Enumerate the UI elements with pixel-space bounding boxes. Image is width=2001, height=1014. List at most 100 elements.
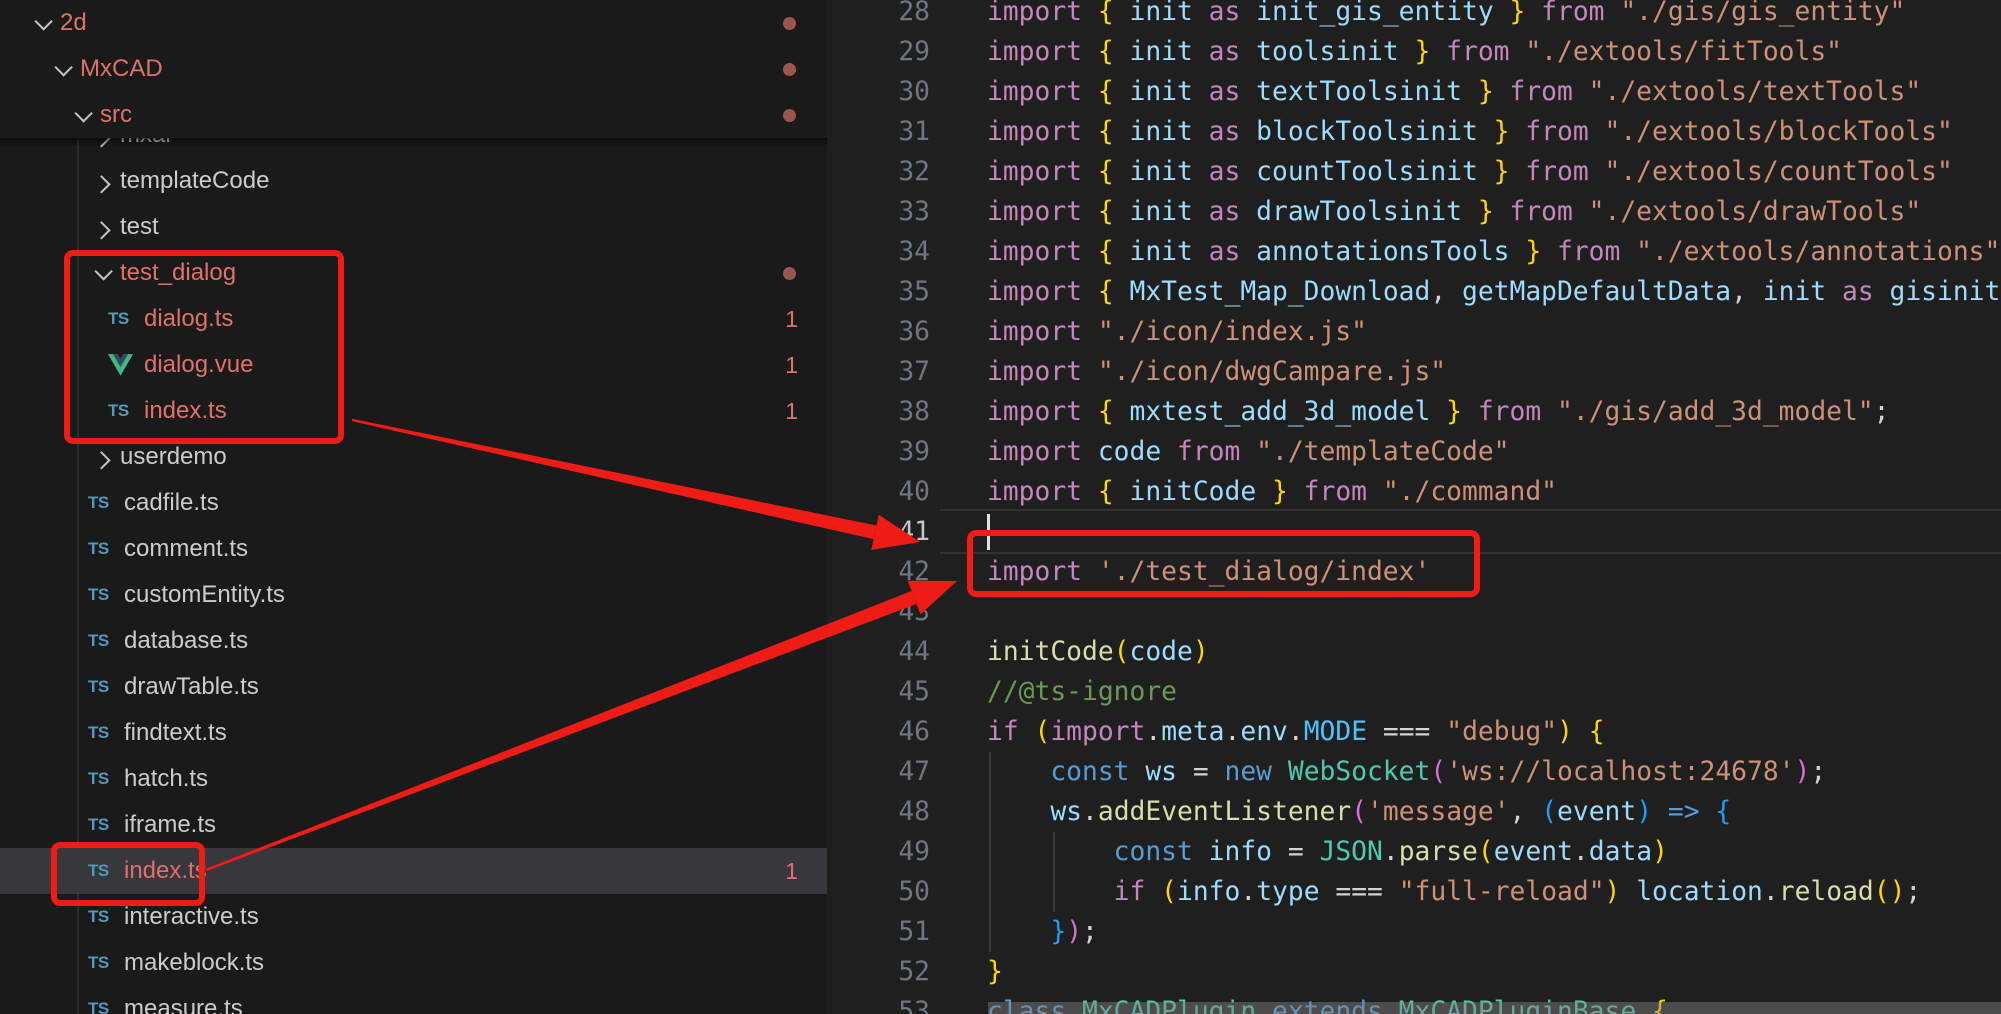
tree-item-makeblock-ts[interactable]: TS makeblock.ts [0, 940, 827, 986]
tree-item-interactive-ts[interactable]: TS interactive.ts [0, 894, 827, 940]
line-number: 31 [898, 117, 930, 147]
code-line[interactable]: 52} [827, 952, 2001, 992]
code-text: import './test_dialog/index' [987, 557, 1431, 587]
typescript-file-icon: TS [88, 769, 109, 788]
code-line[interactable]: 29 import { init as toolsinit } from "./e… [827, 32, 2001, 72]
vue-file-icon [108, 354, 138, 376]
code-line[interactable]: 48 ws.addEventListener('message', (event… [827, 792, 2001, 832]
tree-item-test[interactable]: test [0, 204, 827, 250]
code-line[interactable]: 34 import { init as annotationsTools } fr… [827, 232, 2001, 272]
code-line[interactable]: 38 import { mxtest_add_3d_model } from ".… [827, 392, 2001, 432]
code-text: import "./icon/dwgCampare.js" [987, 357, 1447, 387]
code-line[interactable]: 39 import code from "./templateCode" [827, 432, 2001, 472]
typescript-file-icon: TS [88, 861, 109, 880]
typescript-file-icon: TS [88, 953, 109, 972]
code-text: import "./icon/index.js" [987, 317, 1367, 347]
typescript-file-icon: TS [88, 585, 109, 604]
tree-item-dialog-ts[interactable]: TS dialog.ts 1 [0, 296, 827, 342]
line-number: 30 [898, 77, 930, 107]
code-line[interactable]: 28 import { init as init_gis_entity } fro… [827, 0, 2001, 32]
horizontal-scrollbar[interactable] [988, 1002, 2001, 1014]
code-line[interactable]: 31 import { init as blockToolsinit } from… [827, 112, 2001, 152]
code-line[interactable]: 41 [827, 512, 2001, 552]
tree-item-test-dialog[interactable]: test_dialog [0, 250, 827, 296]
indent-guide [989, 752, 991, 952]
tree-item-iframe-ts[interactable]: TS iframe.ts [0, 802, 827, 848]
code-text: initCode(code) [987, 637, 1209, 667]
typescript-file-icon: TS [108, 401, 129, 420]
tree-item-label: cadfile.ts [124, 489, 219, 516]
typescript-file-icon: TS [88, 723, 109, 742]
code-line[interactable]: 32 import { init as countToolsinit } from… [827, 152, 2001, 192]
code-text: import { init as blockToolsinit } from "… [987, 117, 1953, 147]
typescript-file-icon: TS [88, 677, 109, 696]
code-text: import { init as annotationsTools } from… [987, 237, 2001, 267]
code-line[interactable]: 30 import { init as textToolsinit } from … [827, 72, 2001, 112]
tree-item-index-ts[interactable]: TS index.ts 1 [0, 388, 827, 434]
code-line[interactable]: 44 initCode(code) [827, 632, 2001, 672]
code-line[interactable]: 45 //@ts-ignore [827, 672, 2001, 712]
code-text: if (import.meta.env.MODE === "debug") { [987, 717, 1605, 747]
code-line[interactable]: 33 import { init as drawToolsinit } from … [827, 192, 2001, 232]
tree-item-src[interactable]: src [0, 92, 827, 138]
code-line[interactable]: 40 import { initCode } from "./command" [827, 472, 2001, 512]
code-line[interactable]: 37 import "./icon/dwgCampare.js" [827, 352, 2001, 392]
tree-item-dialog-vue[interactable]: dialog.vue 1 [0, 342, 827, 388]
vscode-window: mxaitemplateCodetesttest_dialogTSdialog.… [0, 0, 2001, 1014]
line-number: 28 [898, 0, 930, 27]
code-line[interactable]: 35 import { MxTest_Map_Download, getMapDe… [827, 272, 2001, 312]
chevron-down-icon [68, 103, 94, 123]
code-line[interactable]: 42 import './test_dialog/index' [827, 552, 2001, 592]
line-number: 50 [898, 877, 930, 907]
typescript-file-icon: TS [88, 493, 109, 512]
code-text: } [987, 957, 1003, 987]
code-line[interactable]: 36 import "./icon/index.js" [827, 312, 2001, 352]
line-number: 40 [898, 477, 930, 507]
line-number: 33 [898, 197, 930, 227]
chevron-right-icon [88, 174, 114, 194]
modified-dot [783, 266, 796, 280]
chevron-down-icon [48, 57, 74, 77]
tree-item-index-ts[interactable]: TS index.ts 1 [0, 848, 827, 894]
code-text: import { MxTest_Map_Download, getMapDefa… [987, 277, 2001, 307]
indent-guide [1053, 832, 1055, 912]
tree-item-measure-ts[interactable]: TS measure.ts [0, 986, 827, 1014]
line-number: 52 [898, 957, 930, 987]
typescript-file-icon: TS [88, 907, 109, 926]
code-line[interactable]: 46 if (import.meta.env.MODE === "debug") … [827, 712, 2001, 752]
tree-item-hatch-ts[interactable]: TS hatch.ts [0, 756, 827, 802]
code-editor[interactable]: 28 import { init as init_gis_entity } fro… [827, 0, 2001, 1014]
tree-item-findtext-ts[interactable]: TS findtext.ts [0, 710, 827, 756]
problem-count-badge: 1 [785, 857, 798, 884]
code-text: import { init as init_gis_entity } from … [987, 0, 1906, 27]
tree-item-label: makeblock.ts [124, 949, 265, 976]
tree-item-templatecode[interactable]: templateCode [0, 158, 827, 204]
tree-item-userdemo[interactable]: userdemo [0, 434, 827, 480]
tree-item-comment-ts[interactable]: TS comment.ts [0, 526, 827, 572]
line-number: 36 [898, 317, 930, 347]
code-text: ws.addEventListener('message', (event) =… [1050, 797, 1732, 827]
tree-item-cadfile-ts[interactable]: TS cadfile.ts [0, 480, 827, 526]
tree-item-label: measure.ts [124, 995, 243, 1014]
typescript-file-icon: TS [108, 309, 129, 328]
code-line[interactable]: 51 }); [827, 912, 2001, 952]
code-text: import { init as textToolsinit } from ".… [987, 77, 1922, 107]
code-line[interactable]: 50 if (info.type === "full-reload") loca… [827, 872, 2001, 912]
tree-item-label: index.ts [124, 857, 207, 884]
code-text: import { mxtest_add_3d_model } from "./g… [987, 397, 1890, 427]
line-number: 37 [898, 357, 930, 387]
line-number: 48 [898, 797, 930, 827]
tree-item-mxcad[interactable]: MxCAD [0, 46, 827, 92]
code-line[interactable]: 43 [827, 592, 2001, 632]
tree-item-label: src [100, 101, 132, 128]
code-line[interactable]: 47 const ws = new WebSocket('ws://localh… [827, 752, 2001, 792]
tree-item-database-ts[interactable]: TS database.ts [0, 618, 827, 664]
tree-item-customentity-ts[interactable]: TS customEntity.ts [0, 572, 827, 618]
text-cursor [987, 514, 990, 550]
line-number: 42 [898, 557, 930, 587]
tree-item-2d[interactable]: 2d [0, 0, 827, 46]
line-number: 47 [898, 757, 930, 787]
code-line[interactable]: 49 const info = JSON.parse(event.data) [827, 832, 2001, 872]
tree-item-drawtable-ts[interactable]: TS drawTable.ts [0, 664, 827, 710]
code-text: const info = JSON.parse(event.data) [1113, 837, 1668, 867]
